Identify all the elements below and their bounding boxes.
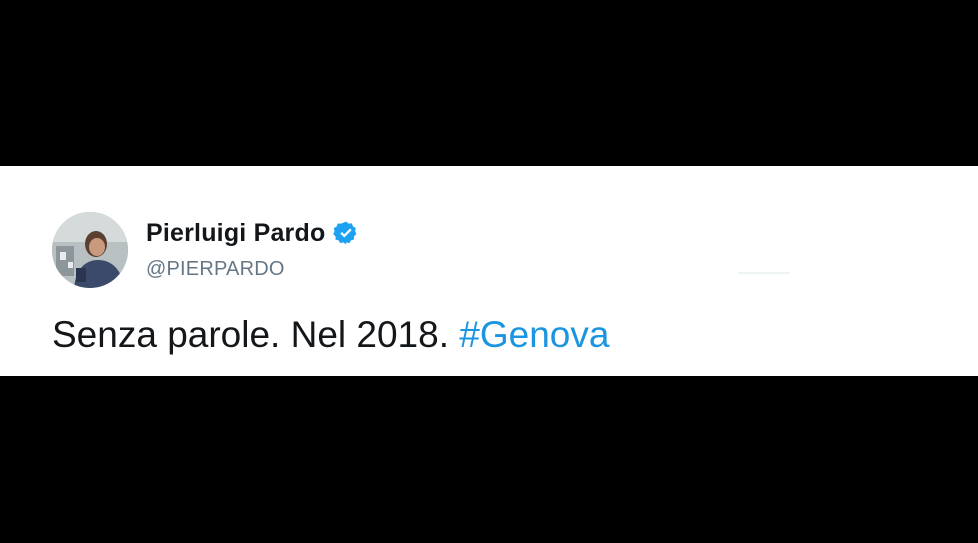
author-handle[interactable]: @PIERPARDO (146, 258, 285, 281)
tweet-body-text: Senza parole. Nel 2018. (52, 314, 460, 355)
tweet-card: Pierluigi Pardo @PIERPARDO Senza parole.… (0, 166, 978, 376)
divider (738, 272, 790, 274)
screenshot-frame: Pierluigi Pardo @PIERPARDO Senza parole.… (0, 0, 978, 543)
avatar[interactable] (52, 212, 128, 288)
tweet-text: Senza parole. Nel 2018. #Genova (52, 314, 609, 356)
author-name-row: Pierluigi Pardo (146, 216, 359, 250)
hashtag-link[interactable]: #Genova (459, 314, 609, 355)
verified-badge-icon (333, 220, 359, 246)
author-display-name[interactable]: Pierluigi Pardo (146, 219, 325, 248)
avatar-photo (52, 212, 128, 288)
